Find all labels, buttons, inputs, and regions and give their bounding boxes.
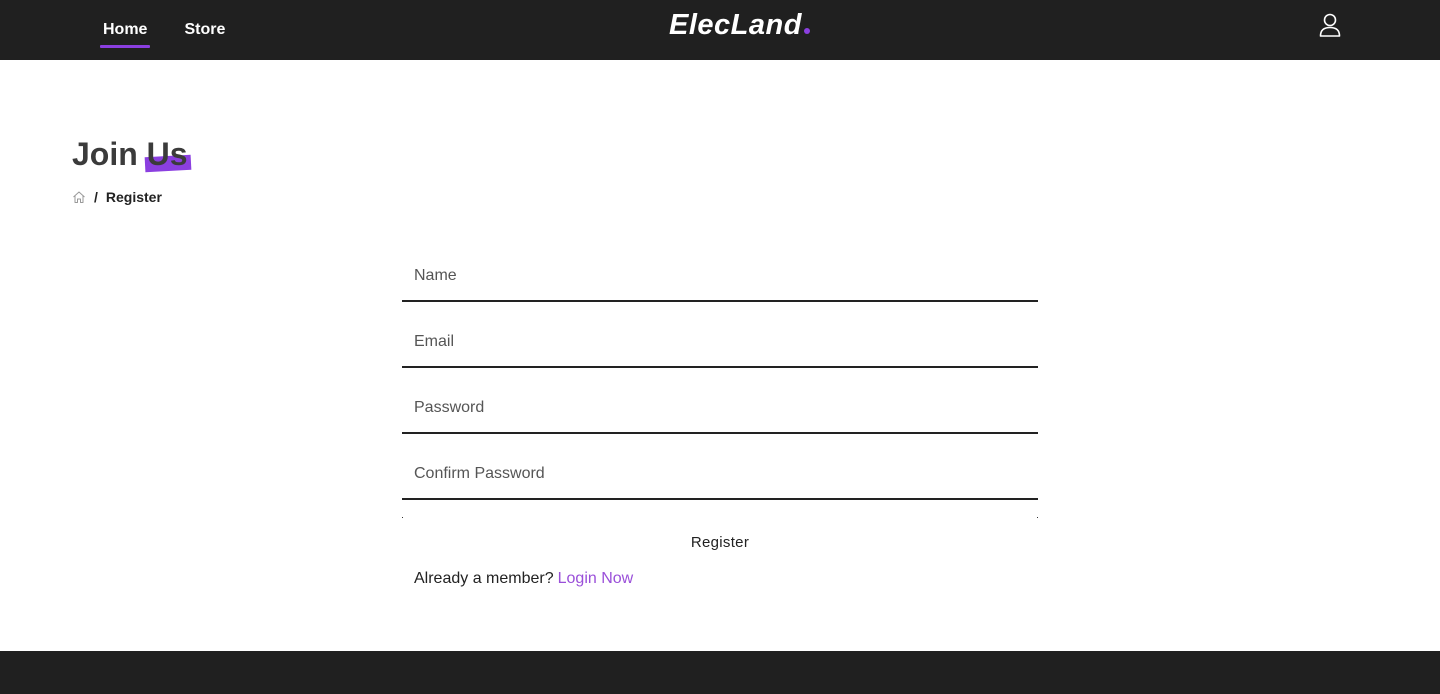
register-form <box>402 252 1038 516</box>
login-prompt: Already a member? Login Now <box>414 568 633 590</box>
page-title-accent-text: Us <box>146 136 188 172</box>
top-navbar: Home Store ElecLand <box>0 0 1440 60</box>
nav-home-link[interactable]: Home <box>100 20 151 48</box>
login-now-link[interactable]: Login Now <box>558 570 634 587</box>
breadcrumb-current: Register <box>105 189 162 205</box>
nav-store-link[interactable]: Store <box>181 20 228 40</box>
home-icon <box>73 191 85 203</box>
email-field[interactable] <box>402 318 1038 368</box>
footer <box>0 651 1440 694</box>
confirm-password-field-wrapper <box>402 450 1038 500</box>
account-button[interactable] <box>1318 12 1342 38</box>
password-field-wrapper <box>402 384 1038 434</box>
name-field-wrapper <box>402 252 1038 302</box>
breadcrumb-home-link[interactable] <box>72 190 86 204</box>
breadcrumb: / Register <box>72 186 162 208</box>
confirm-password-field[interactable] <box>402 450 1038 500</box>
login-prompt-text: Already a member? <box>414 570 554 587</box>
page-title: Join Us <box>72 134 188 174</box>
page-title-main: Join <box>72 136 138 172</box>
main-nav: Home Store <box>100 0 228 60</box>
site-logo[interactable]: ElecLand <box>669 8 810 42</box>
password-field[interactable] <box>402 384 1038 434</box>
logo-text: ElecLand <box>669 9 802 41</box>
page-title-accent: Us <box>147 134 188 174</box>
name-field[interactable] <box>402 252 1038 302</box>
register-button[interactable]: Register <box>402 517 1038 567</box>
breadcrumb-separator: / <box>94 189 98 205</box>
user-icon <box>1319 13 1341 37</box>
logo-dot <box>803 28 810 34</box>
email-field-wrapper <box>402 318 1038 368</box>
